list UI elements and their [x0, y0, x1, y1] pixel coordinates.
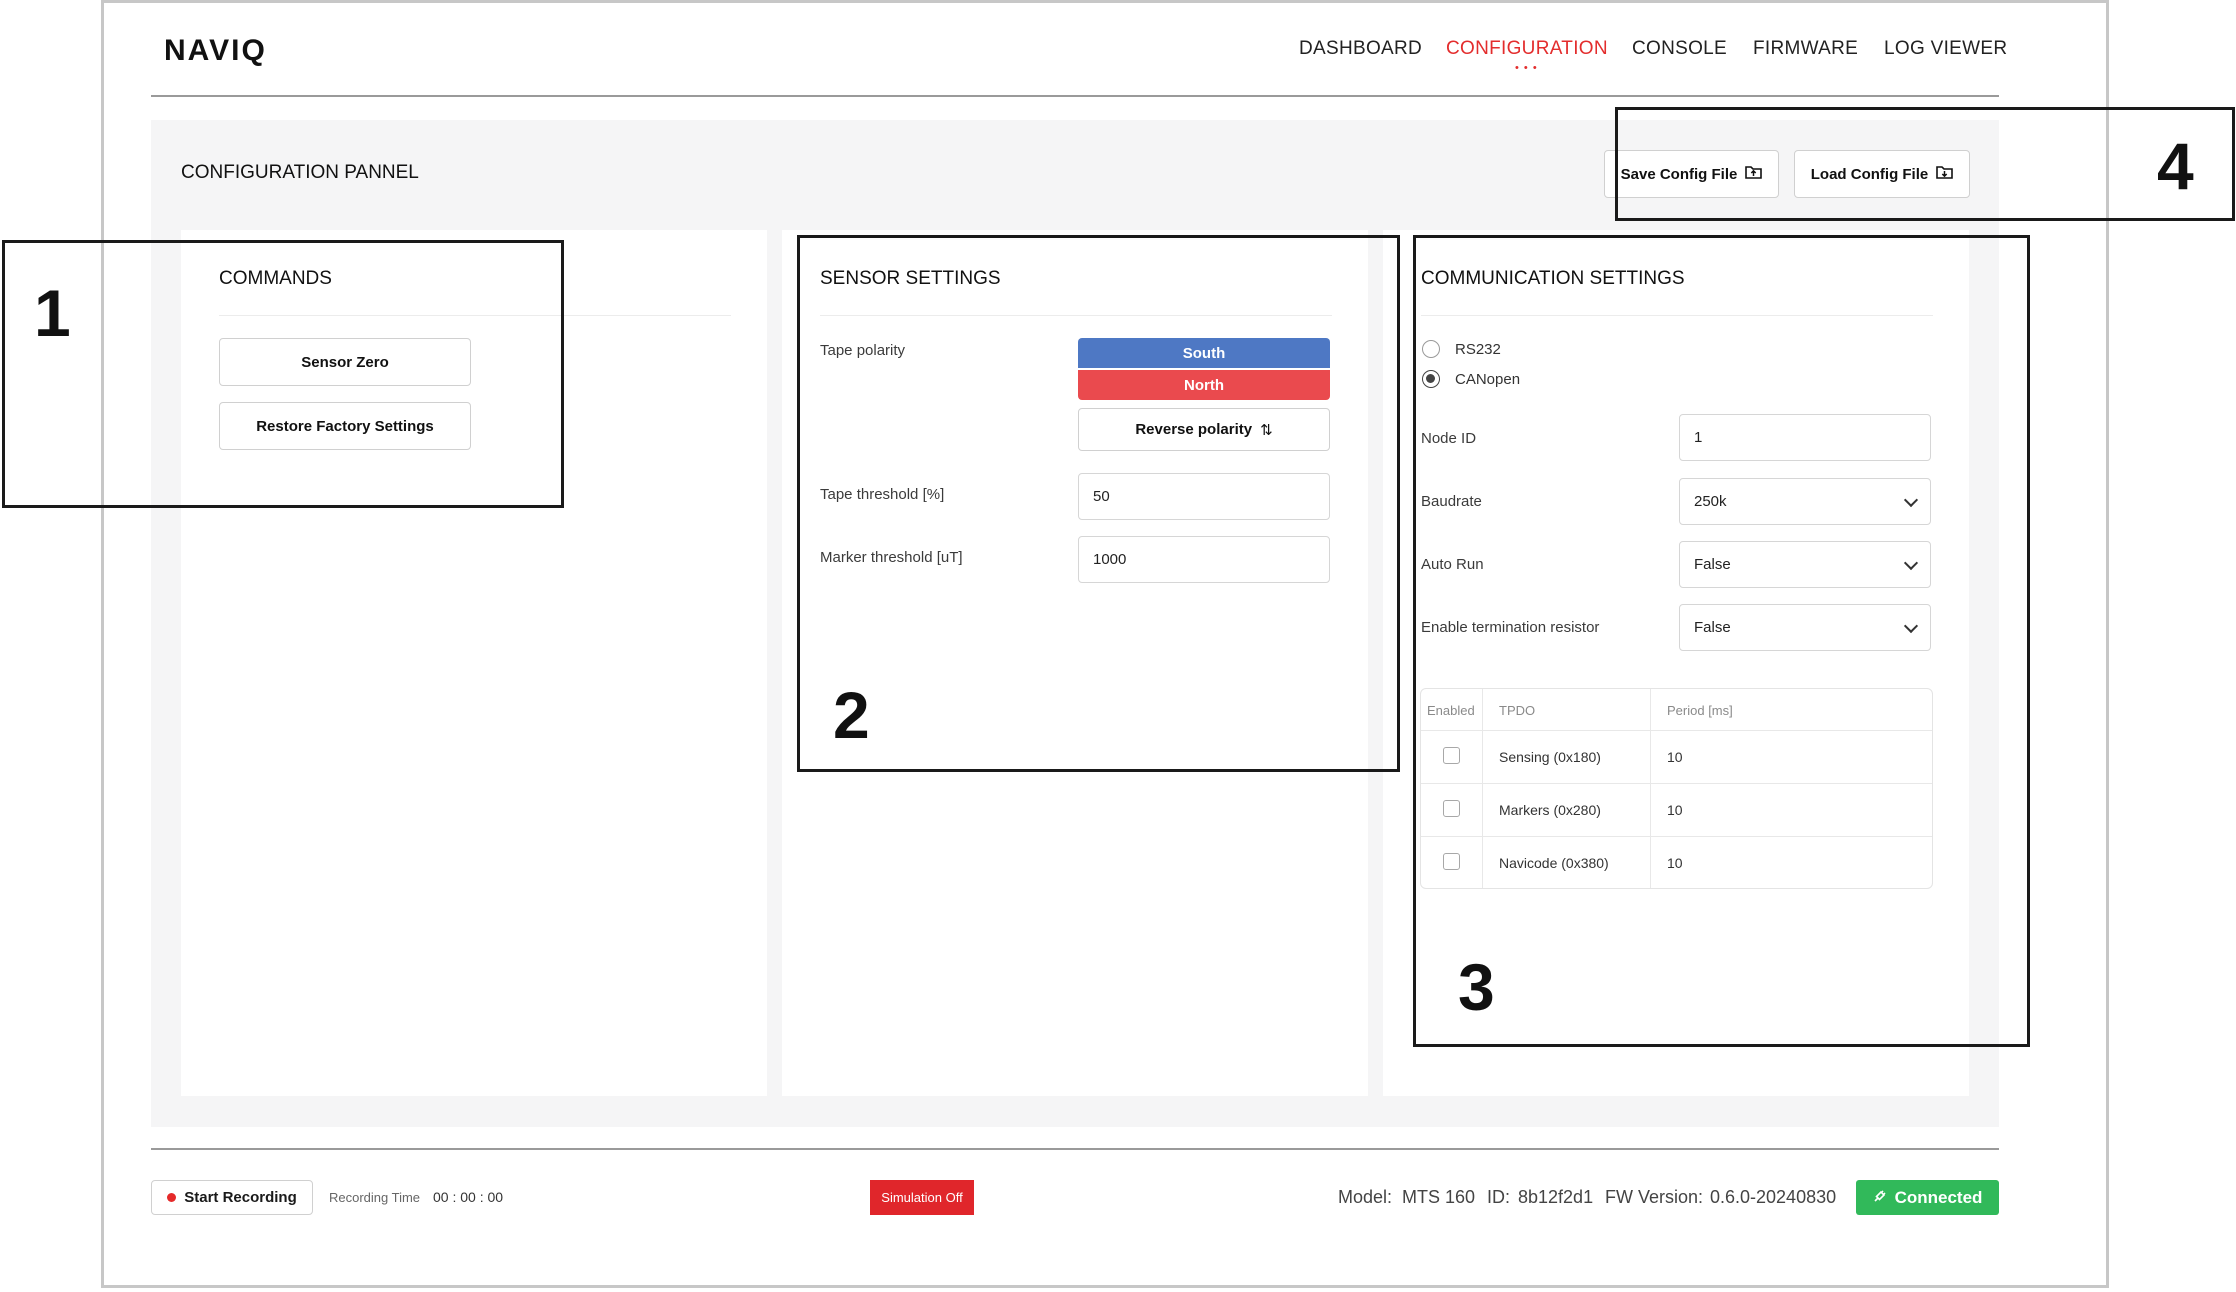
- model-label: Model:: [1338, 1187, 1393, 1207]
- start-recording-label: Start Recording: [184, 1189, 297, 1206]
- annotation-box-3: [1413, 235, 2030, 1047]
- annotation-box-4: [1615, 107, 2235, 221]
- nav-console[interactable]: CONSOLE: [1632, 38, 1727, 60]
- connected-label: Connected: [1894, 1187, 1983, 1207]
- panel-title: CONFIGURATION PANNEL: [181, 162, 419, 183]
- annotation-number-3: 3: [1458, 950, 1495, 1024]
- annotation-number-1: 1: [34, 276, 71, 350]
- header-divider: [151, 95, 1999, 97]
- footer-divider: [151, 1148, 1999, 1150]
- device-id-value: 8b12f2d1: [1518, 1187, 1594, 1207]
- start-recording-button[interactable]: Start Recording: [151, 1180, 313, 1215]
- recording-time-value: 00 : 00 : 00: [433, 1189, 504, 1205]
- recording-time-label: Recording Time: [329, 1190, 421, 1205]
- record-dot-icon: [167, 1193, 177, 1202]
- nav-firmware[interactable]: FIRMWARE: [1753, 38, 1858, 60]
- plug-icon: [1873, 1189, 1887, 1207]
- nav-dashboard[interactable]: DASHBOARD: [1299, 38, 1422, 60]
- annotation-box-2: [797, 235, 1400, 772]
- device-id-label: ID:: [1487, 1187, 1511, 1207]
- naviq-logo: NAVIQ: [164, 34, 267, 67]
- fw-version-label: FW Version:: [1605, 1187, 1704, 1207]
- simulation-toggle[interactable]: Simulation Off: [870, 1180, 974, 1215]
- nav-configuration[interactable]: CONFIGURATION: [1446, 38, 1608, 60]
- connection-status-button[interactable]: Connected: [1856, 1180, 1999, 1215]
- annotation-box-1: [2, 240, 564, 508]
- model-value: MTS 160: [1402, 1187, 1476, 1207]
- fw-version-value: 0.6.0-20240830: [1710, 1187, 1837, 1207]
- annotation-number-2: 2: [833, 678, 870, 752]
- annotation-number-4: 4: [2157, 129, 2194, 203]
- nav-log-viewer[interactable]: LOG VIEWER: [1884, 38, 2007, 60]
- nav-active-indicator: • • •: [1515, 62, 1538, 74]
